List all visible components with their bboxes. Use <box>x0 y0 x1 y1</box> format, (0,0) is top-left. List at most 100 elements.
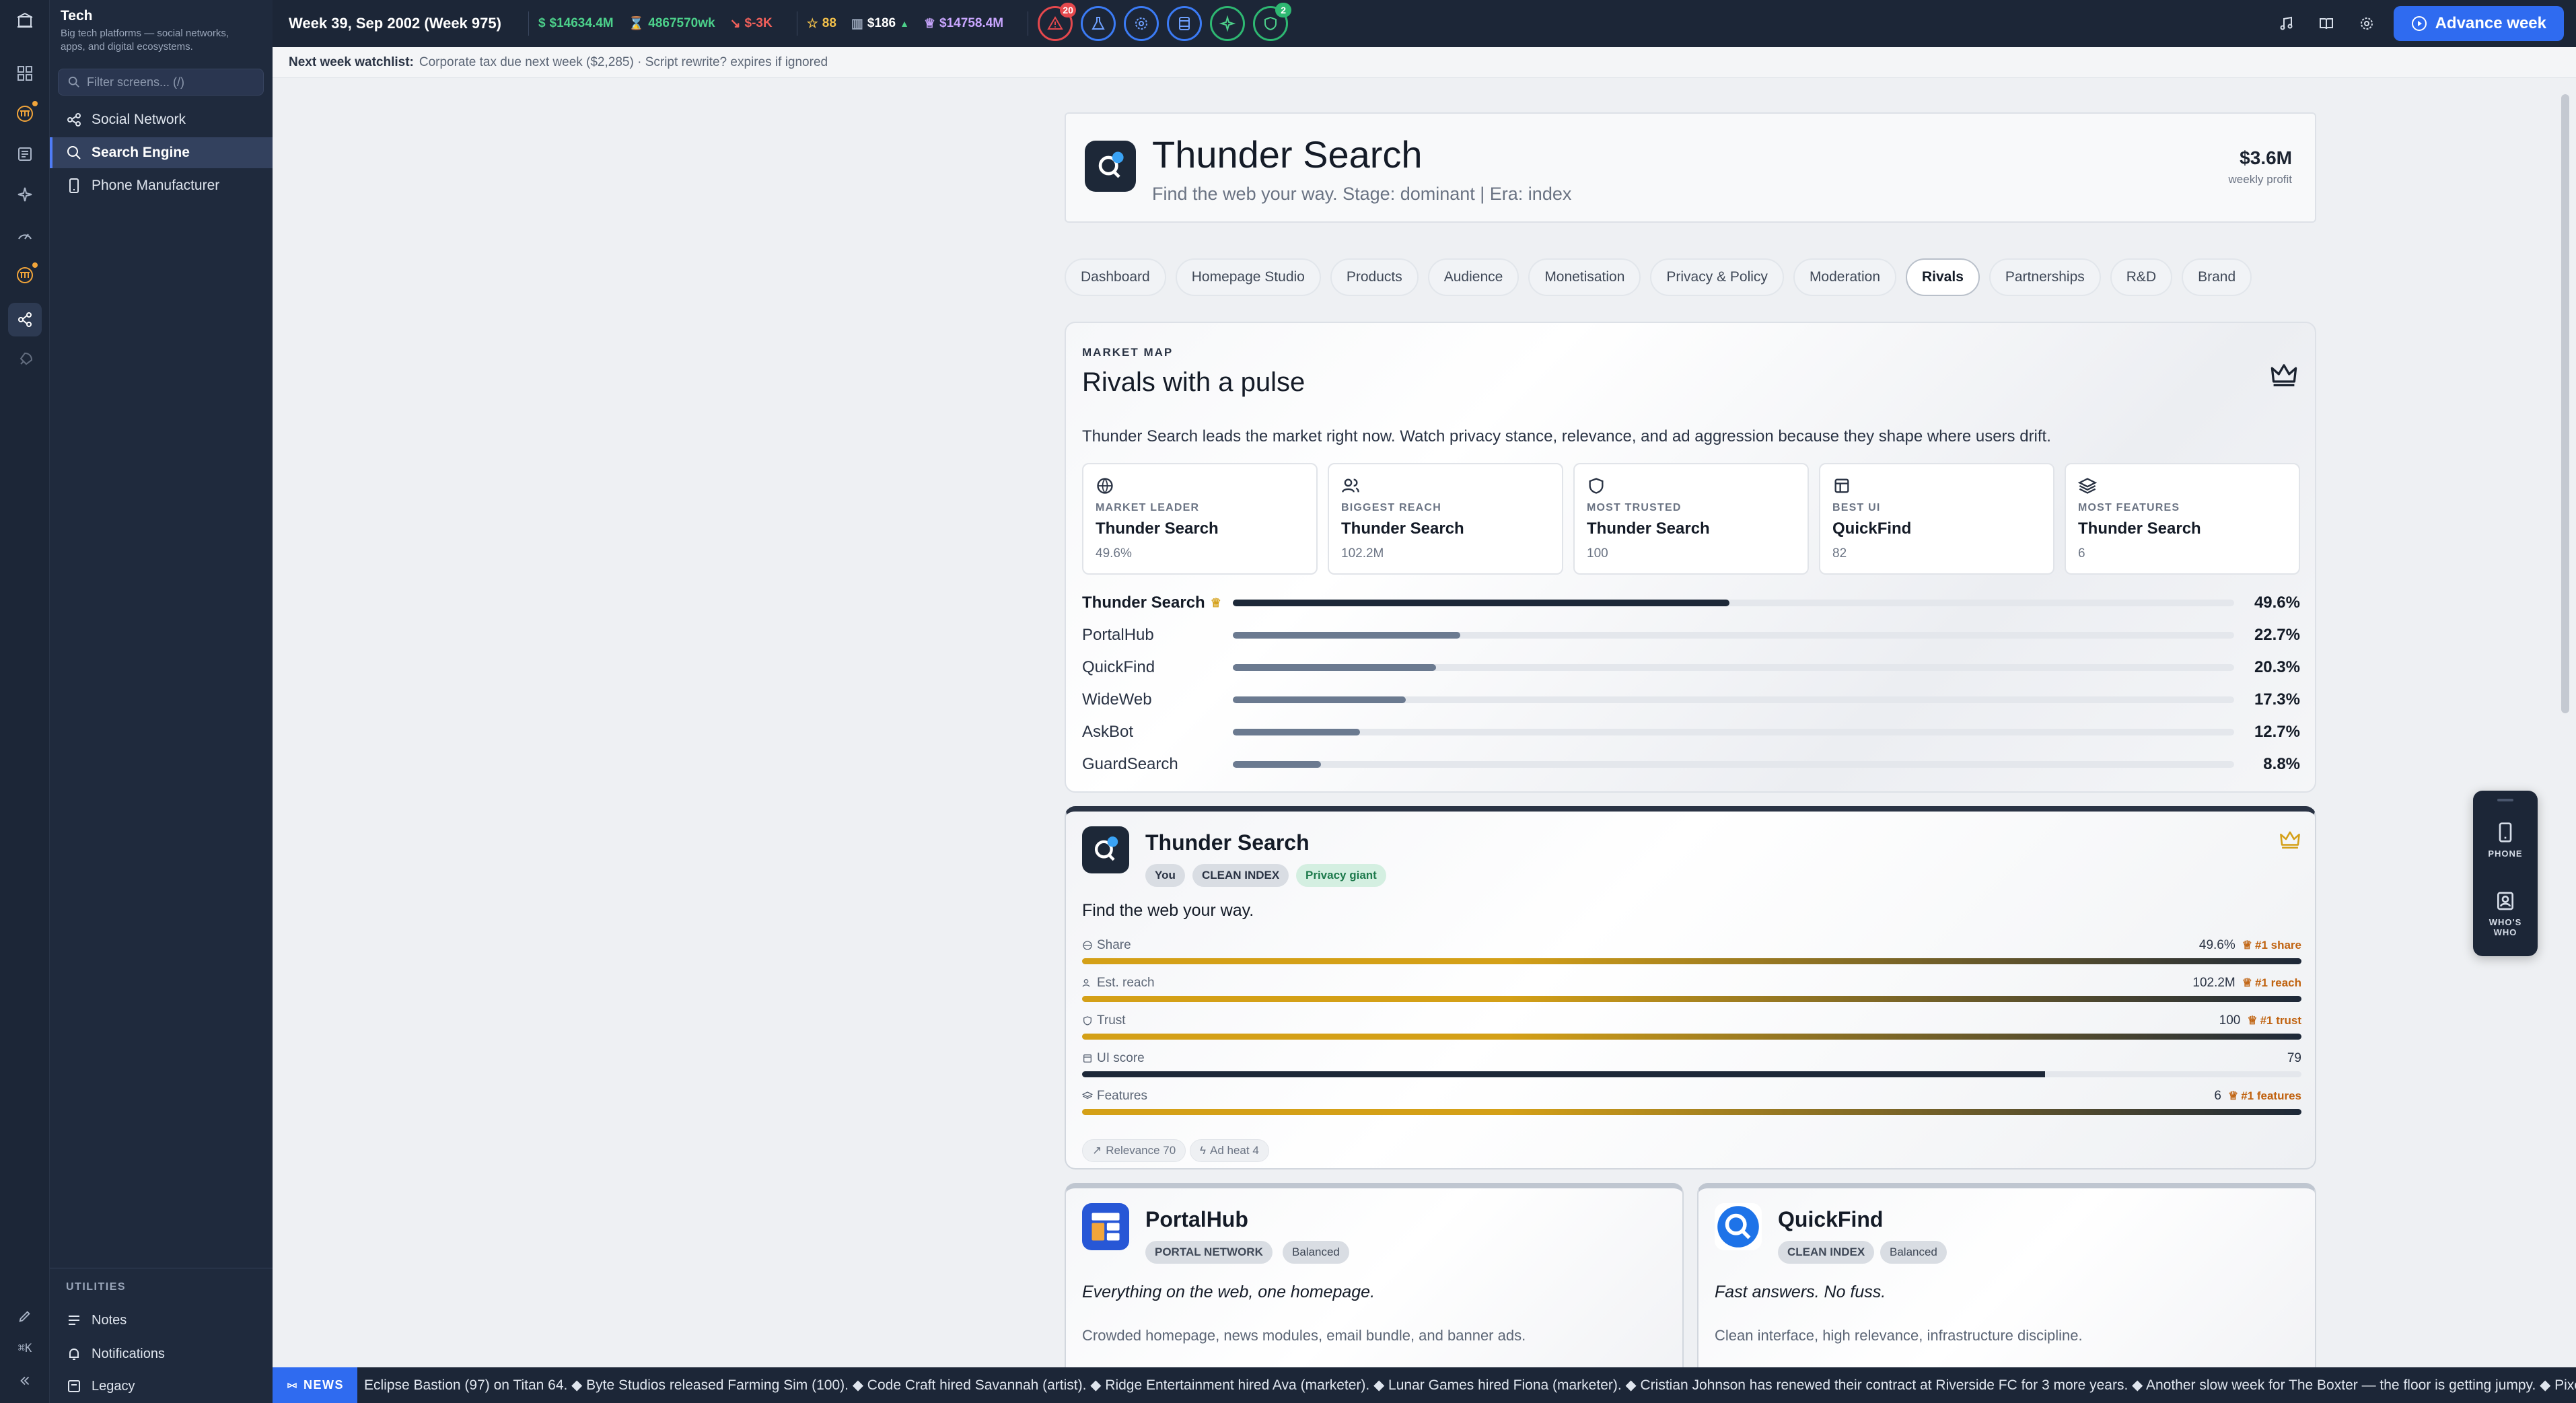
share-row: WideWeb 17.3% <box>1082 686 2300 713</box>
lab-button[interactable] <box>1081 6 1116 41</box>
app-logo[interactable] <box>8 4 42 38</box>
rail-rocket-button[interactable] <box>8 343 42 377</box>
news-badge-label: NEWS <box>303 1378 344 1392</box>
leader-label: MOST TRUSTED <box>1587 502 1682 513</box>
rival-card-self[interactable]: Thunder Search You CLEAN INDEX Privacy g… <box>1065 806 2316 1170</box>
sparkle-button[interactable] <box>1210 6 1246 41</box>
networth-stat: ♕ $14758.4M <box>924 16 1003 32</box>
phone-widget-label: PHONE <box>2488 849 2523 859</box>
sidebar-item-label: Notes <box>92 1312 127 1328</box>
whos-who-widget-button[interactable]: WHO'S WHO <box>2478 881 2532 945</box>
rail-bank-button[interactable] <box>8 97 42 131</box>
collapse-sidebar-button[interactable] <box>5 1367 44 1394</box>
metric-fill <box>1082 1034 2301 1040</box>
leader-name: Thunder Search <box>1587 519 1710 538</box>
watchlist-bar: Next week watchlist: Corporate tax due n… <box>273 47 2576 78</box>
settings-gear-button[interactable] <box>1124 6 1159 41</box>
stance-badge: Privacy giant <box>1296 864 1386 887</box>
leader-card-most-features: MOST FEATURES Thunder Search 6 <box>2065 463 2300 575</box>
alerts-button[interactable]: 20 <box>1038 3 1077 41</box>
rival-card-quickfind[interactable]: QuickFind CLEAN INDEX Balanced Fast answ… <box>1697 1183 2316 1367</box>
news-badge[interactable]: NEWS <box>273 1367 357 1403</box>
rival-card-portalhub[interactable]: PortalHub PORTAL NETWORK Balanced Everyt… <box>1065 1183 1684 1367</box>
music-button[interactable] <box>2273 10 2299 37</box>
stance-badge: Balanced <box>1283 1241 1349 1264</box>
leader-value: 49.6% <box>1096 546 1132 561</box>
rail-bank-button-2[interactable] <box>8 258 42 292</box>
metric-label-text: UI score <box>1097 1051 1145 1065</box>
rail-sparkle-button[interactable] <box>8 178 42 211</box>
filter-input[interactable] <box>87 75 248 89</box>
sidebar-item-search-engine[interactable]: Search Engine <box>50 137 273 168</box>
share-track <box>1233 761 2234 768</box>
watchlist-text: Corporate tax due next week ($2,285) · S… <box>419 55 828 69</box>
sidebar-item-social-network[interactable]: Social Network <box>50 104 273 135</box>
metric-fill <box>1082 996 2301 1002</box>
metric-share: Share 49.6% ♕ #1 share <box>1082 938 2301 976</box>
share-fill <box>1233 729 1360 735</box>
bank-icon <box>17 106 33 122</box>
ad-heat-chip-text: Ad heat 4 <box>1210 1144 1259 1157</box>
gauge-icon <box>18 233 32 240</box>
sidebar-item-notifications[interactable]: Notifications <box>50 1338 273 1369</box>
divider <box>528 11 529 36</box>
newspaper-icon <box>18 147 32 161</box>
tab-products[interactable]: Products <box>1330 258 1419 296</box>
metric-label-text: Share <box>1097 938 1131 952</box>
tab-monetisation[interactable]: Monetisation <box>1528 258 1641 296</box>
sidebar-item-legacy[interactable]: Legacy <box>50 1372 273 1400</box>
layers-icon <box>1082 1091 1093 1100</box>
rival-logo <box>1082 826 1129 873</box>
leader-label: BEST UI <box>1832 502 1881 513</box>
drag-handle[interactable] <box>2497 799 2513 801</box>
phone-widget-button[interactable]: PHONE <box>2478 812 2532 877</box>
tab-rnd[interactable]: R&D <box>2110 258 2173 296</box>
layers-icon <box>2078 478 2097 494</box>
book-button[interactable] <box>2313 10 2340 37</box>
filter-box[interactable] <box>58 69 264 96</box>
sidebar-subtitle: Big tech platforms — social networks, ap… <box>61 28 229 52</box>
tab-moderation[interactable]: Moderation <box>1793 258 1896 296</box>
rail-edit-button[interactable] <box>5 1303 44 1330</box>
settings-button[interactable] <box>2353 10 2380 37</box>
users-icon <box>1082 979 1090 987</box>
type-badge: PORTAL NETWORK <box>1145 1241 1273 1264</box>
trend-down-icon: ↘ <box>729 16 741 31</box>
search-icon <box>68 76 79 87</box>
rival-tagline: Find the web your way. <box>1082 901 1254 920</box>
tab-audience[interactable]: Audience <box>1427 258 1519 296</box>
tab-homepage-studio[interactable]: Homepage Studio <box>1175 258 1321 296</box>
leader-label: BIGGEST REACH <box>1341 502 1441 513</box>
scrollbar[interactable] <box>2561 94 2569 713</box>
tab-privacy-policy[interactable]: Privacy & Policy <box>1650 258 1784 296</box>
tab-dashboard[interactable]: Dashboard <box>1065 258 1166 296</box>
metric-label: Share <box>1082 938 1131 953</box>
sidebar-item-notes[interactable]: Notes <box>50 1305 273 1336</box>
shield-button[interactable]: 2 <box>1253 3 1292 41</box>
leader-card-best-ui: BEST UI QuickFind 82 <box>1819 463 2054 575</box>
rival-name: Thunder Search <box>1145 830 1310 855</box>
rocket-icon <box>20 352 33 365</box>
market-map-description: Thunder Search leads the market right no… <box>1082 427 2051 445</box>
whos-who-widget-label: WHO'S WHO <box>2489 917 2522 937</box>
share-row: Thunder Search ♕ 49.6% <box>1082 589 2300 616</box>
sidebar-item-phone-manufacturer[interactable]: Phone Manufacturer <box>50 170 273 201</box>
metric-reach: Est. reach 102.2M ♕ #1 reach <box>1082 976 2301 1013</box>
tab-partnerships[interactable]: Partnerships <box>1989 258 2101 296</box>
rail-news-button[interactable] <box>8 137 42 171</box>
tab-brand[interactable]: Brand <box>2182 258 2252 296</box>
leader-card-market-leader: MARKET LEADER Thunder Search 49.6% <box>1082 463 1318 575</box>
main-content: Thunder Search Find the web your way. St… <box>273 78 2567 1367</box>
share-row: GuardSearch 8.8% <box>1082 751 2300 778</box>
command-shortcut[interactable]: ⌘K <box>5 1335 44 1362</box>
top-bar: Week 39, Sep 2002 (Week 975) $ $14634.4M … <box>273 0 2576 47</box>
crown-icon <box>2279 828 2301 854</box>
rail-tech-button[interactable] <box>8 303 42 336</box>
rail-gauge-button[interactable] <box>8 218 42 252</box>
advance-week-button[interactable]: Advance week <box>2393 6 2564 41</box>
tab-rivals[interactable]: Rivals <box>1906 258 1980 296</box>
leader-card-most-trusted: MOST TRUSTED Thunder Search 100 <box>1573 463 1809 575</box>
up-arrow-icon: ▲ <box>900 18 909 29</box>
rail-grid-button[interactable] <box>8 57 42 90</box>
film-button[interactable] <box>1167 6 1203 41</box>
